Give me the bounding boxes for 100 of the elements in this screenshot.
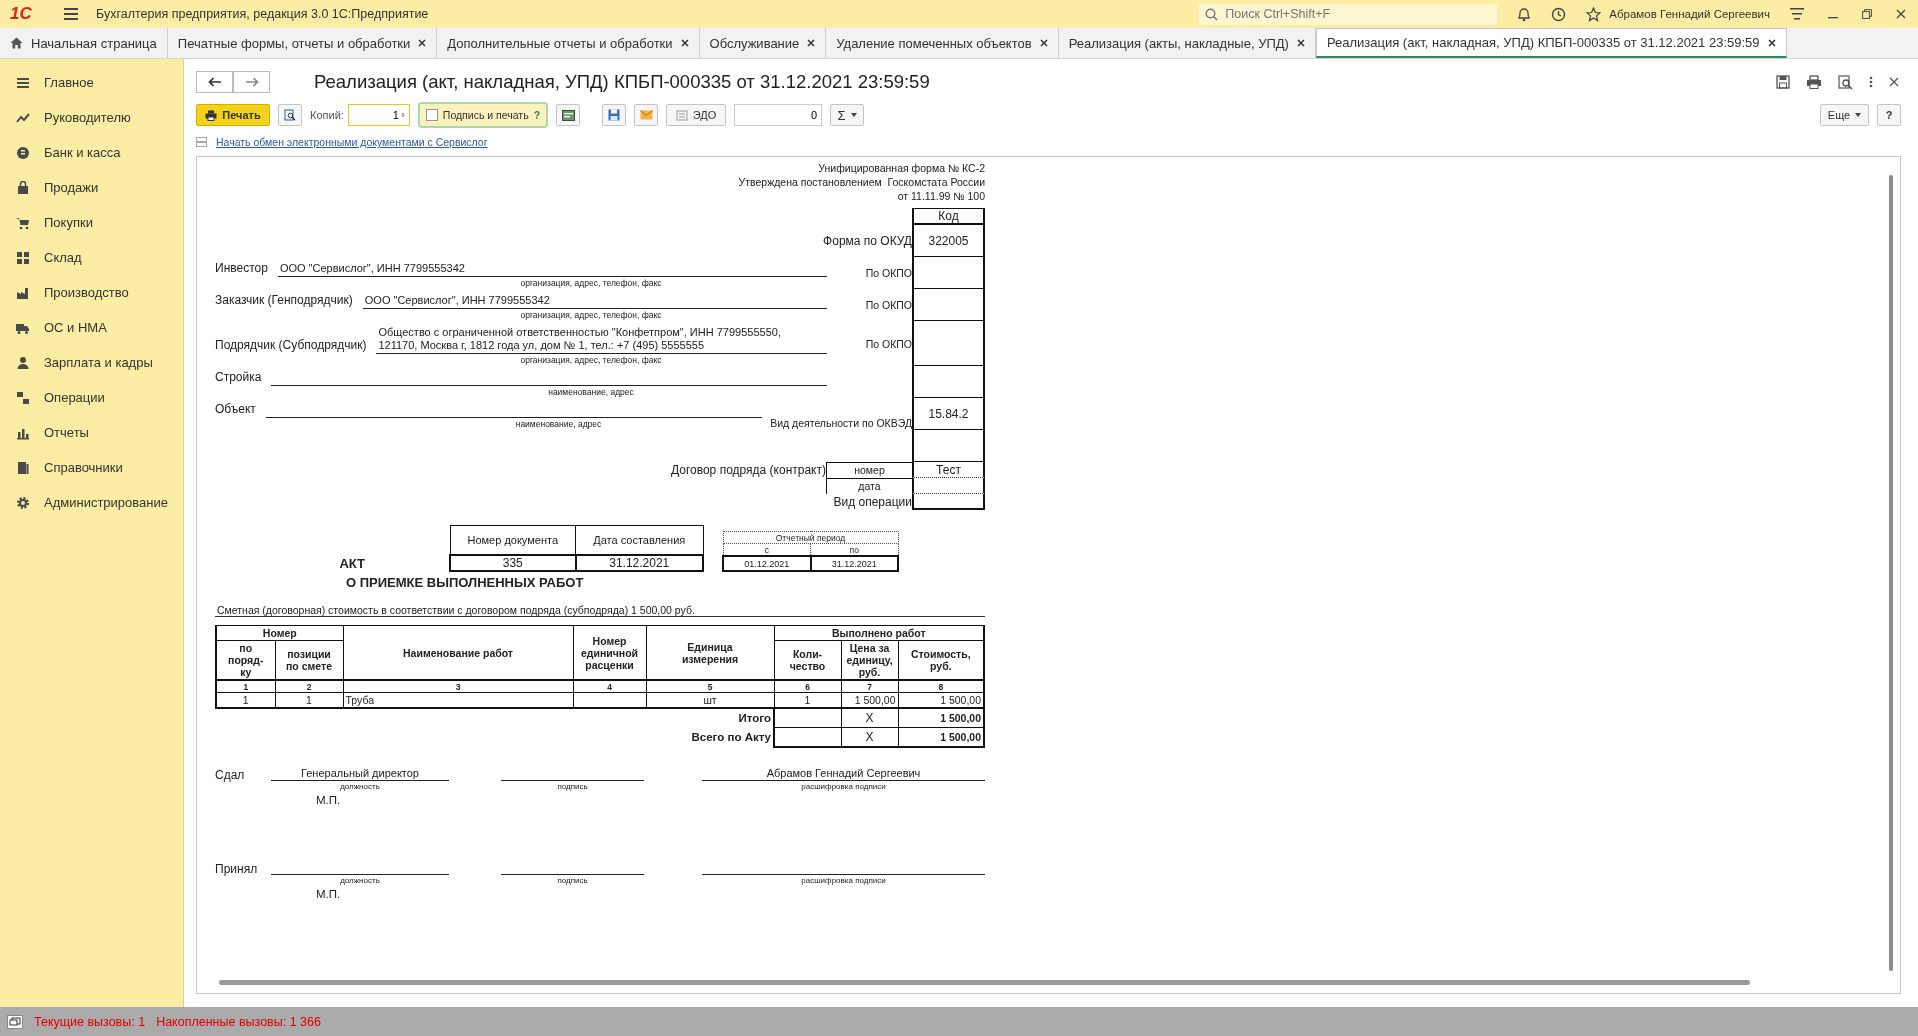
- field-caption: организация, адрес, телефон, факс: [519, 277, 663, 289]
- close-icon[interactable]: [1767, 38, 1776, 47]
- app-logo[interactable]: 1С: [10, 4, 48, 24]
- card-icon: [561, 109, 575, 121]
- sidebar-item[interactable]: Склад: [0, 240, 183, 275]
- search-field[interactable]: Поиск Ctrl+Shift+F: [1199, 3, 1498, 25]
- sidebar-item[interactable]: Зарплата и кадры: [0, 345, 183, 380]
- field-caption: наименование, адрес: [547, 386, 635, 398]
- field-caption: расшифровка подписи: [800, 875, 887, 886]
- table-cell: 1 500,00: [898, 692, 985, 708]
- sidebar-item[interactable]: Покупки: [0, 205, 183, 240]
- caret-icon: [1855, 113, 1862, 117]
- vertical-scrollbar[interactable]: [1889, 175, 1893, 971]
- sidebar-item[interactable]: Справочники: [0, 450, 183, 485]
- close-icon[interactable]: [807, 39, 816, 47]
- table-cell: 6: [774, 680, 841, 693]
- sidebar-item[interactable]: Банк и касса: [0, 135, 183, 170]
- okud-label: Форма по ОКУД: [823, 234, 912, 248]
- tab[interactable]: Дополнительные отчеты и обработки: [437, 28, 700, 58]
- back-button[interactable]: [196, 71, 233, 93]
- table-cell: 31.12.2021: [810, 556, 898, 571]
- sidebar-item[interactable]: ОС и НМА: [0, 310, 183, 345]
- more-button[interactable]: Еще: [1820, 104, 1869, 126]
- table-header-cell: Дата составления: [575, 525, 703, 555]
- form-header-text: Унифицированная форма № КС-2 Утверждена постановлением Госкомстата России от 11.11.99 № 100: [737, 161, 985, 203]
- table-cell: 01.12.2021: [723, 556, 811, 571]
- tab[interactable]: Реализация (акты, накладные, УПД): [1058, 28, 1316, 58]
- print-icon[interactable]: [1806, 75, 1822, 89]
- close-icon[interactable]: [418, 39, 427, 47]
- tab[interactable]: Печатные формы, отчеты и обработки: [167, 28, 438, 58]
- table-cell: 8: [898, 680, 985, 693]
- app-title: Бухгалтерия предприятия, редакция 3.0 1С:Предприятие: [96, 7, 429, 21]
- grid-icon: [16, 250, 30, 265]
- table-cell: 1 500,00: [898, 708, 985, 728]
- table-header-cell: по поряд- ку: [216, 640, 275, 680]
- envelope-icon: [639, 110, 653, 120]
- close-icon[interactable]: [680, 39, 689, 47]
- sum-button[interactable]: Σ: [830, 104, 865, 126]
- copies-field[interactable]: 1: [347, 104, 410, 126]
- edo-button[interactable]: ЭДО: [666, 104, 727, 126]
- preview-icon[interactable]: [1838, 74, 1853, 90]
- factory-icon: [16, 285, 30, 300]
- scan-button[interactable]: [556, 104, 581, 126]
- close-icon[interactable]: [1889, 77, 1899, 87]
- signature-label: Принял: [215, 861, 259, 876]
- history-icon[interactable]: [1551, 6, 1567, 22]
- preview-icon: [284, 109, 296, 121]
- save-button[interactable]: [602, 104, 627, 126]
- sidebar-item[interactable]: Руководителю: [0, 100, 183, 135]
- user-name[interactable]: Абрамов Геннадий Сергеевич: [1609, 8, 1770, 20]
- sidebar-item[interactable]: Отчеты: [0, 415, 183, 450]
- sidebar-item[interactable]: Администрирование: [0, 485, 183, 520]
- tab[interactable]: Реализация (акт, накладная, УПД) КПБП-000335 от 31.12.2021 23:59:59: [1315, 28, 1787, 58]
- field-label: Стройка: [215, 370, 262, 386]
- signature-line: Абрамов Геннадий Сергеевич: [702, 766, 985, 781]
- arrow-right-icon: [244, 77, 259, 87]
- field-label: Инвестор: [215, 261, 268, 277]
- table-cell: 5: [646, 680, 774, 693]
- field-caption: расшифровка подписи: [800, 781, 887, 792]
- sidebar-item[interactable]: Продажи: [0, 170, 183, 205]
- star-icon[interactable]: [1586, 6, 1602, 22]
- table-cell: 3: [343, 680, 573, 693]
- save-icon[interactable]: [1776, 75, 1790, 89]
- horizontal-scrollbar[interactable]: [219, 980, 1750, 985]
- sign-print-checkbox[interactable]: Подпись и печать ?: [417, 102, 549, 128]
- field-value: Общество с ограниченной ответственностью "Конфетпром", ИНН 7799555550, 121170, Москва г, 1812 года ул, дом № 1, тел.: +7 (495) 5555555: [376, 326, 827, 354]
- field-caption: наименование, адрес: [514, 418, 603, 430]
- help-button[interactable]: ?: [1877, 104, 1901, 126]
- restore-icon[interactable]: [1862, 9, 1872, 19]
- preview-button[interactable]: [278, 104, 302, 126]
- home-icon: [10, 37, 23, 49]
- tab[interactable]: Обслуживание: [699, 28, 827, 58]
- edo-link[interactable]: Начать обмен электронными документами с Сервислог: [216, 136, 488, 148]
- more-icon[interactable]: [1869, 76, 1873, 88]
- stamp-label: М.П.: [316, 794, 342, 806]
- table-cell: 1 500,00: [841, 692, 898, 708]
- bell-icon[interactable]: [1517, 6, 1532, 22]
- sidebar-item[interactable]: Операции: [0, 380, 183, 415]
- field-caption: должность: [339, 875, 381, 886]
- table-cell: 4: [573, 680, 646, 693]
- total-label: Всего по Акту: [691, 731, 771, 744]
- code-header: Код: [912, 208, 985, 225]
- code-cell: 15.84.2: [912, 398, 985, 430]
- act-subtitle: О ПРИЕМКЕ ВЫПОЛНЕННЫХ РАБОТ: [346, 575, 585, 590]
- menu-icon[interactable]: [1790, 8, 1804, 20]
- document-title: Реализация (акт, накладная, УПД) КПБП-000335 от 31.12.2021 23:59:59: [314, 71, 930, 93]
- close-icon[interactable]: [1896, 9, 1906, 19]
- monitor-icon[interactable]: [7, 1014, 23, 1029]
- sidebar-item[interactable]: Главное: [0, 65, 183, 100]
- save-icon: [608, 109, 621, 121]
- menu-icon[interactable]: [64, 8, 78, 20]
- close-icon[interactable]: [1296, 39, 1305, 47]
- sidebar-item[interactable]: Производство: [0, 275, 183, 310]
- print-button[interactable]: Печать: [196, 104, 270, 126]
- tab[interactable]: Удаление помеченных объектов: [826, 28, 1059, 58]
- table-cell: [774, 727, 841, 747]
- close-icon[interactable]: [1039, 39, 1048, 47]
- tab[interactable]: Начальная страница: [0, 28, 168, 58]
- search-field[interactable]: Поиск Ctrl+Shift+F: [1223, 6, 1488, 22]
- email-button[interactable]: [634, 104, 659, 126]
